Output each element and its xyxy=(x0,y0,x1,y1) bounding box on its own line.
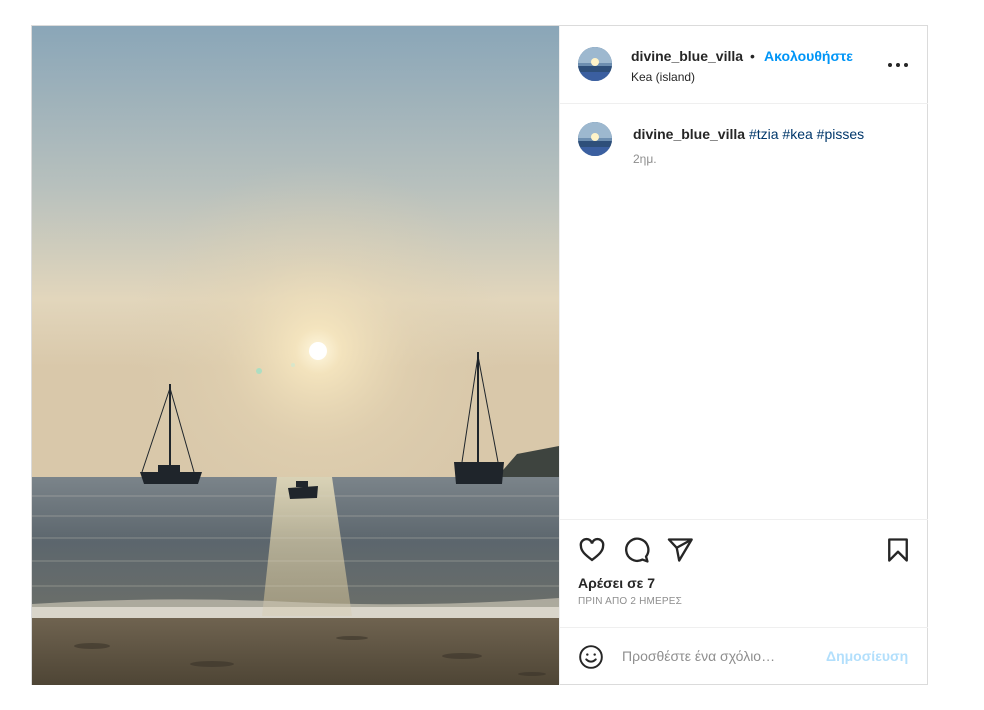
follow-button[interactable]: Ακολουθήστε xyxy=(764,48,853,64)
likes-count[interactable]: Αρέσει σε 7 xyxy=(578,575,655,591)
paper-plane-icon[interactable] xyxy=(666,536,694,564)
caption-timestamp[interactable]: 2ημ. xyxy=(633,152,657,166)
post-comment-button[interactable]: Δημοσίευση xyxy=(826,648,908,664)
caption-avatar[interactable] xyxy=(578,122,612,156)
post-date[interactable]: ΠΡΙΝ ΑΠΟ 2 ΗΜΕΡΕΣ xyxy=(578,596,682,607)
hashtag-link[interactable]: #tzia xyxy=(749,126,779,142)
caption-username[interactable]: divine_blue_villa xyxy=(633,126,745,142)
caption-text: divine_blue_villa #tzia #kea #pisses xyxy=(633,126,864,142)
comment-input[interactable] xyxy=(622,645,812,667)
post-photo[interactable] xyxy=(32,26,559,685)
comment-form: Δημοσίευση xyxy=(560,627,928,685)
avatar-image xyxy=(578,122,612,156)
sunset-sailboats-image xyxy=(32,26,559,685)
smiley-icon[interactable] xyxy=(578,644,604,670)
header-username[interactable]: divine_blue_villa xyxy=(631,48,743,64)
hashtag-link[interactable]: #pisses xyxy=(817,126,864,142)
bookmark-icon[interactable] xyxy=(884,536,912,564)
post-actions: Αρέσει σε 7 ΠΡΙΝ ΑΠΟ 2 ΗΜΕΡΕΣ xyxy=(560,519,928,627)
avatar[interactable] xyxy=(578,47,612,81)
post-side-panel: divine_blue_villa • Ακολουθήστε Kea (isl… xyxy=(559,26,928,685)
instagram-post: divine_blue_villa • Ακολουθήστε Kea (isl… xyxy=(31,25,928,685)
header-separator: • xyxy=(750,48,755,64)
avatar-image xyxy=(578,47,612,81)
location-link[interactable]: Kea (island) xyxy=(631,70,695,84)
hashtag-link[interactable]: #kea xyxy=(782,126,812,142)
more-options-icon[interactable] xyxy=(887,54,909,74)
heart-icon[interactable] xyxy=(578,536,606,564)
comment-bubble-icon[interactable] xyxy=(622,536,650,564)
post-header: divine_blue_villa • Ακολουθήστε Kea (isl… xyxy=(560,26,928,104)
